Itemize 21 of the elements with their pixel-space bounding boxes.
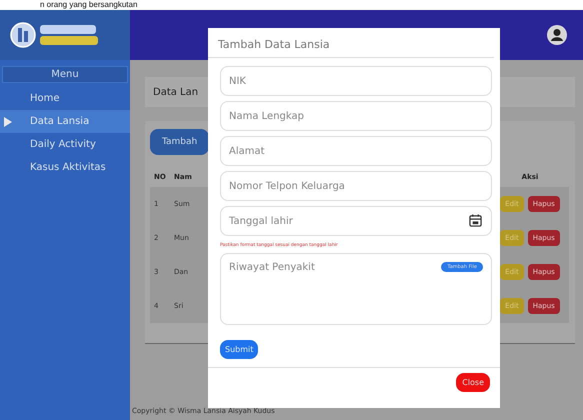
logo-icon bbox=[10, 22, 100, 48]
pointer-icon bbox=[4, 116, 12, 126]
sidebar-item[interactable]: Kasus Aktivitas bbox=[0, 156, 130, 179]
caption-text: n orang yang bersangkutan bbox=[39, 0, 138, 10]
add-button[interactable]: Tambah bbox=[150, 129, 210, 155]
close-button[interactable]: Close bbox=[456, 373, 490, 392]
calendar-icon[interactable] bbox=[469, 214, 482, 227]
sidebar-item[interactable]: Data Lansia bbox=[0, 110, 130, 133]
input-field[interactable]: Nama Lengkap bbox=[220, 101, 492, 131]
sidebar-item[interactable]: Daily Activity bbox=[0, 133, 130, 156]
page-title: Data Lan bbox=[153, 86, 198, 98]
sidebar-item[interactable]: Home bbox=[0, 87, 130, 110]
input-field[interactable]: Alamat bbox=[220, 136, 492, 166]
textarea-placeholder: Riwayat Penyakit bbox=[229, 262, 315, 273]
input-field[interactable]: Nomor Telpon Keluarga bbox=[220, 171, 492, 201]
modal-title: Tambah Data Lansia bbox=[208, 28, 494, 58]
menu-heading: Menu bbox=[2, 66, 128, 83]
submit-button[interactable]: Submit bbox=[220, 340, 258, 359]
input-field[interactable]: NIK bbox=[220, 66, 492, 96]
date-field[interactable]: Tanggal lahir bbox=[220, 206, 492, 236]
user-icon[interactable] bbox=[547, 25, 567, 45]
